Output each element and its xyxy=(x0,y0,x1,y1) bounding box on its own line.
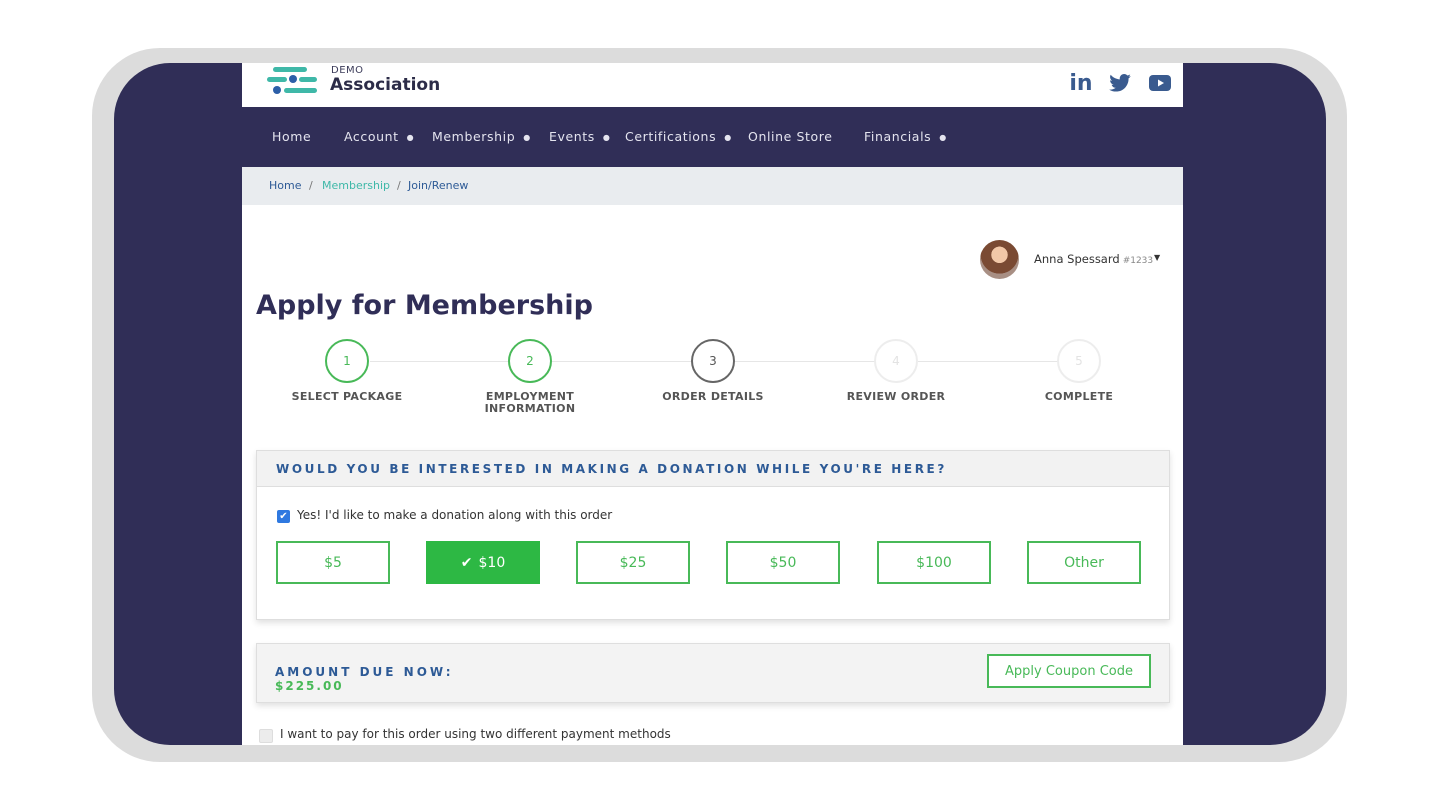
step-3-circle: 3 xyxy=(691,339,735,383)
device-screen: DEMO Association in Home Account ● Member… xyxy=(114,63,1326,745)
amount-due-value: $225.00 xyxy=(275,679,344,693)
breadcrumb-home[interactable]: Home xyxy=(269,179,301,192)
avatar[interactable] xyxy=(980,240,1019,279)
donation-amount-50[interactable]: $50 xyxy=(726,541,840,584)
donation-checkbox[interactable]: ✔ xyxy=(277,510,290,523)
step-5-circle: 5 xyxy=(1057,339,1101,383)
nav-events[interactable]: Events ● xyxy=(549,129,611,144)
donation-heading: WOULD YOU BE INTERESTED IN MAKING A DONA… xyxy=(276,462,947,476)
main-nav: Home Account ● Membership ● Events ● Certif… xyxy=(242,107,1183,167)
donation-amount-label: $25 xyxy=(619,554,647,571)
nav-certifications-label: Certifications xyxy=(625,129,717,144)
nav-financials-label: Financials xyxy=(864,129,932,144)
nav-financials[interactable]: Financials ● xyxy=(864,129,947,144)
checkmark-icon: ✔ xyxy=(279,511,288,522)
donation-panel: WOULD YOU BE INTERESTED IN MAKING A DONA… xyxy=(256,450,1170,620)
donation-amount-label: $10 xyxy=(478,554,506,571)
donation-checkbox-label[interactable]: Yes! I'd like to make a donation along w… xyxy=(297,508,612,522)
nav-account[interactable]: Account ● xyxy=(344,129,414,144)
caret-down-icon[interactable]: ▼ xyxy=(1154,253,1160,262)
logo-bar xyxy=(299,77,317,82)
donation-amount-100[interactable]: $100 xyxy=(877,541,991,584)
logo-bar xyxy=(284,88,317,93)
amount-due-panel: AMOUNT DUE NOW: $225.00 Apply Coupon Cod… xyxy=(256,643,1170,703)
caret-down-icon: ● xyxy=(602,133,611,142)
logo-dot xyxy=(289,75,297,83)
apply-coupon-button[interactable]: Apply Coupon Code xyxy=(987,654,1151,688)
page-title: Apply for Membership xyxy=(256,290,593,321)
nav-online-store-label: Online Store xyxy=(748,129,833,144)
donation-amount-label: $100 xyxy=(916,554,952,571)
breadcrumb-membership[interactable]: Membership xyxy=(322,179,390,192)
donation-amount-5[interactable]: $5 xyxy=(276,541,390,584)
caret-down-icon: ● xyxy=(406,133,415,142)
breadcrumb-separator: / xyxy=(309,179,313,192)
caret-down-icon: ● xyxy=(523,133,531,142)
split-payment-label[interactable]: I want to pay for this order using two d… xyxy=(280,727,671,741)
donation-amount-10[interactable]: ✔ $10 xyxy=(426,541,540,584)
user-menu[interactable]: Anna Spessard #1233 xyxy=(1034,252,1153,266)
caret-down-icon: ● xyxy=(939,133,947,142)
step-2-circle: 2 xyxy=(508,339,552,383)
step-connector xyxy=(735,361,875,362)
step-2-label: EMPLOYMENT INFORMATION xyxy=(484,390,576,415)
donation-amount-label: $5 xyxy=(324,554,342,571)
nav-home[interactable]: Home xyxy=(272,129,311,144)
donation-amount-label: Other xyxy=(1064,554,1104,571)
nav-membership[interactable]: Membership ● xyxy=(432,129,531,144)
logo-dot xyxy=(273,86,281,94)
site-header: DEMO Association in xyxy=(242,63,1183,107)
amount-due-label: AMOUNT DUE NOW: xyxy=(275,665,454,679)
user-name: Anna Spessard xyxy=(1034,252,1120,266)
twitter-icon[interactable] xyxy=(1107,71,1133,95)
breadcrumb: Home / Membership / Join/Renew xyxy=(242,167,1183,205)
logo-name-text: Association xyxy=(330,75,441,95)
donation-amount-label: $50 xyxy=(769,554,797,571)
donation-amount-25[interactable]: $25 xyxy=(576,541,690,584)
breadcrumb-current: Join/Renew xyxy=(408,179,469,192)
split-payment-checkbox[interactable] xyxy=(259,729,273,743)
step-4-label: REVIEW ORDER xyxy=(846,390,946,403)
step-connector xyxy=(918,361,1058,362)
logo-bar xyxy=(273,67,307,72)
user-id: #1233 xyxy=(1122,256,1154,266)
linkedin-text: in xyxy=(1069,70,1093,96)
youtube-icon[interactable] xyxy=(1147,71,1173,95)
website: DEMO Association in Home Account ● Member… xyxy=(242,63,1183,745)
breadcrumb-separator: / xyxy=(397,179,401,192)
step-4-circle: 4 xyxy=(874,339,918,383)
nav-account-label: Account xyxy=(344,129,399,144)
logo-bar xyxy=(267,77,287,82)
caret-down-icon: ● xyxy=(724,133,732,142)
nav-events-label: Events xyxy=(549,129,595,144)
nav-certifications[interactable]: Certifications ● xyxy=(625,129,732,144)
step-connector xyxy=(370,361,510,362)
linkedin-icon[interactable]: in xyxy=(1068,70,1094,96)
nav-membership-label: Membership xyxy=(432,129,516,144)
checkmark-icon: ✔ xyxy=(460,554,473,571)
step-3-label: ORDER DETAILS xyxy=(662,390,764,403)
step-connector xyxy=(552,361,692,362)
association-logo[interactable] xyxy=(267,63,319,99)
step-1-label: SELECT PACKAGE xyxy=(291,390,403,403)
donation-amount-other[interactable]: Other xyxy=(1027,541,1141,584)
nav-home-label: Home xyxy=(272,129,312,144)
step-1-circle: 1 xyxy=(325,339,369,383)
nav-online-store[interactable]: Online Store xyxy=(748,129,833,144)
donation-panel-header: WOULD YOU BE INTERESTED IN MAKING A DONA… xyxy=(257,451,1169,487)
step-5-label: COMPLETE xyxy=(1044,390,1114,403)
